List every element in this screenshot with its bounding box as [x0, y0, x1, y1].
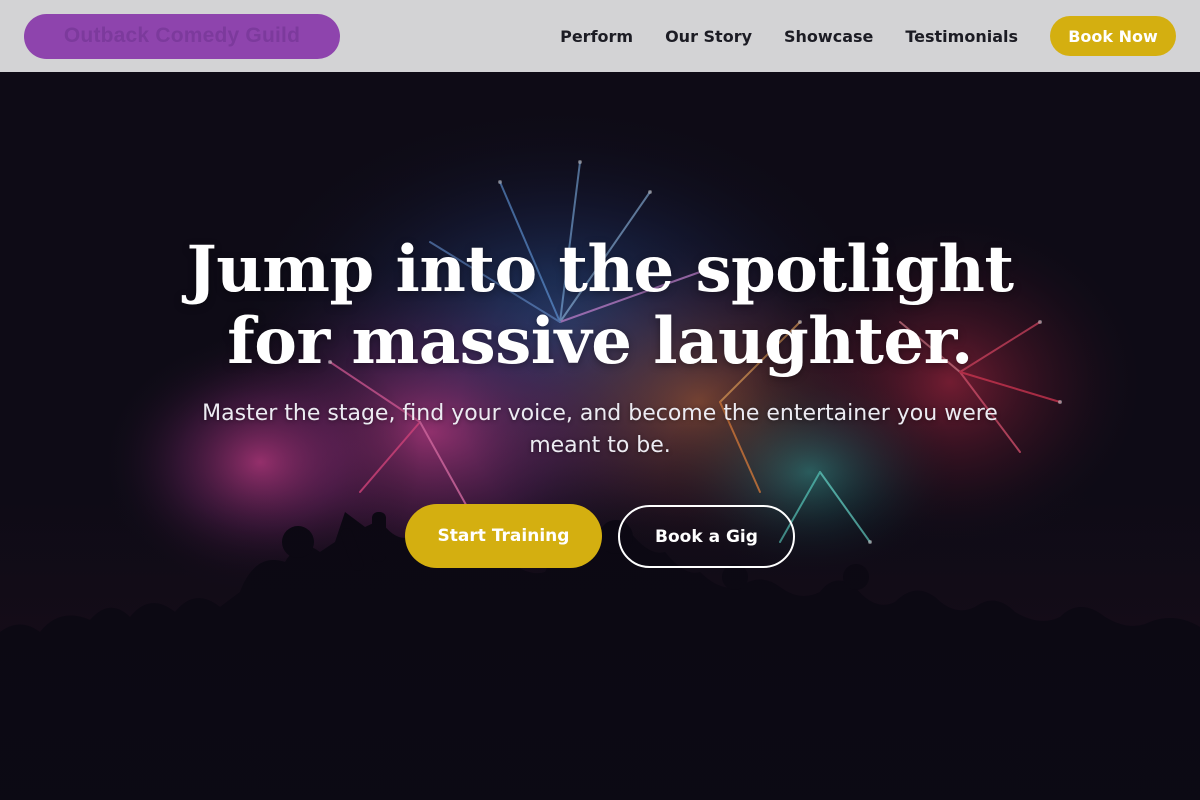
site-header: Outback Comedy Guild Perform Our Story S… — [0, 0, 1200, 72]
hero-subtitle: Master the stage, find your voice, and b… — [202, 401, 998, 458]
main-nav: Perform Our Story Showcase Testimonials … — [560, 16, 1176, 56]
hero-section: Jump into the spotlight for massive laug… — [0, 72, 1200, 800]
nav-link-testimonials[interactable]: Testimonials — [905, 27, 1018, 46]
book-a-gig-button[interactable]: Book a Gig — [618, 505, 795, 568]
nav-link-perform[interactable]: Perform — [560, 27, 633, 46]
hero-title-line-1: Jump into the spotlight — [186, 232, 1014, 307]
nav-link-showcase[interactable]: Showcase — [784, 27, 873, 46]
hero-title-line-2: for massive laughter. — [227, 304, 973, 379]
hero-content: Jump into the spotlight for massive laug… — [0, 72, 1200, 800]
start-training-button[interactable]: Start Training — [405, 504, 602, 568]
brand-logo[interactable]: Outback Comedy Guild — [24, 13, 340, 59]
hero-title: Jump into the spotlight for massive laug… — [100, 234, 1100, 378]
brand-name: Outback Comedy Guild — [63, 24, 301, 47]
nav-link-our-story[interactable]: Our Story — [665, 27, 752, 46]
book-now-button[interactable]: Book Now — [1050, 16, 1176, 56]
